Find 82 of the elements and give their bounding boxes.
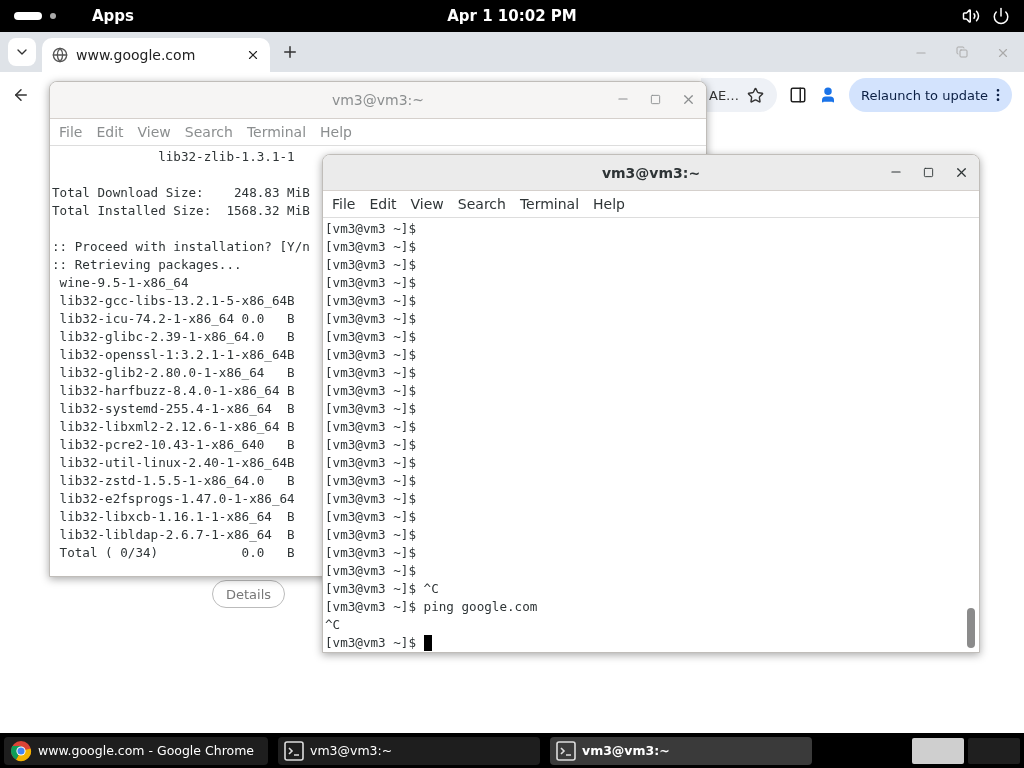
globe-icon	[52, 47, 68, 63]
workspace-thumbnail[interactable]	[912, 737, 964, 764]
menu-item[interactable]: Help	[586, 196, 632, 213]
terminal-line: lib32-harfbuzz-8.4.0-1-x86_64 B	[58, 382, 295, 400]
terminal-line: [vm3@vm3 ~]$	[325, 364, 416, 382]
details-button[interactable]: Details	[212, 580, 285, 608]
terminal-line: [vm3@vm3 ~]$	[325, 436, 416, 454]
terminal-line: [vm3@vm3 ~]$	[325, 454, 416, 472]
taskbar-item[interactable]: vm3@vm3:~	[550, 736, 812, 765]
terminal-line: [vm3@vm3 ~]$	[325, 526, 416, 544]
terminal-line: [vm3@vm3 ~]$	[325, 256, 416, 274]
plus-icon	[281, 43, 299, 61]
side-panel-icon[interactable]	[789, 86, 807, 104]
apps-label[interactable]: Apps	[92, 7, 134, 25]
terminal-line: [vm3@vm3 ~]$	[325, 508, 416, 526]
menu-item[interactable]: Terminal	[512, 196, 587, 213]
terminal-line: lib32-zlib-1.3.1-1	[157, 148, 295, 166]
maximize-icon[interactable]	[923, 167, 934, 178]
profile-icon[interactable]	[819, 86, 837, 104]
terminal-line: [vm3@vm3 ~]$	[325, 274, 416, 292]
terminal-line: lib32-pcre2-10.43-1-x86_640 B	[58, 436, 295, 454]
address-bar[interactable]: AE…	[701, 78, 777, 112]
power-icon[interactable]	[992, 7, 1010, 25]
terminal-line: [vm3@vm3 ~]$	[325, 310, 416, 328]
terminal-line: lib32-libxcb-1.16.1-1-x86_64 B	[58, 508, 295, 526]
terminal-line: :: Retrieving packages...	[52, 256, 242, 274]
terminal-line: [vm3@vm3 ~]$	[325, 490, 416, 508]
terminal-line: lib32-glib2-2.80.0-1-x86_64 B	[58, 364, 295, 382]
close-icon[interactable]	[246, 48, 260, 62]
bookmark-star-icon[interactable]	[747, 86, 765, 104]
menu-item[interactable]: File	[325, 196, 363, 213]
workspace-thumbnail[interactable]	[968, 737, 1020, 764]
terminal-line: Total Installed Size: 1568.32 MiB	[52, 202, 310, 220]
terminal-line: lib32-openssl-1:3.2.1-1-x86_64B	[58, 346, 295, 364]
close-icon[interactable]	[954, 165, 969, 180]
terminal-line: Total Download Size: 248.83 MiB	[52, 184, 310, 202]
terminal-line: lib32-libldap-2.6.7-1-x86_64 B	[58, 526, 295, 544]
terminal-line: [vm3@vm3 ~]$	[325, 220, 416, 238]
clock[interactable]: Apr 1 10:02 PM	[447, 7, 577, 25]
terminal-line: [vm3@vm3 ~]$	[325, 400, 416, 418]
terminal-line: [vm3@vm3 ~]$	[325, 544, 416, 562]
terminal-line: lib32-glibc-2.39-1-x86_64.0 B	[58, 328, 295, 346]
back-icon[interactable]	[12, 86, 30, 104]
terminal-line: lib32-util-linux-2.40-1-x86_64B	[58, 454, 295, 472]
terminal-line: [vm3@vm3 ~]$	[325, 562, 416, 580]
terminal-line: [vm3@vm3 ~]$	[325, 382, 416, 400]
activities-indicator[interactable]	[14, 12, 42, 20]
menu-item[interactable]: View	[403, 196, 451, 213]
terminal-line: [vm3@vm3 ~]$	[325, 346, 416, 364]
terminal-line: [vm3@vm3 ~]$ ping google.com	[325, 598, 538, 616]
window-title: vm3@vm3:~	[331, 92, 425, 108]
menu-item[interactable]: Edit	[362, 196, 404, 213]
volume-icon[interactable]	[962, 7, 980, 25]
terminal-icon	[556, 740, 576, 761]
taskbar-item[interactable]: www.google.com - Google Chrome	[4, 736, 268, 765]
browser-tab[interactable]: www.google.com	[42, 38, 270, 72]
terminal-line: lib32-icu-74.2-1-x86_64 0.0 B	[58, 310, 295, 328]
terminal-line: [vm3@vm3 ~]$	[325, 238, 416, 256]
scrollbar-thumb[interactable]	[967, 608, 975, 648]
taskbar-item[interactable]: vm3@vm3:~	[278, 736, 540, 765]
menu-item[interactable]: Search	[450, 196, 513, 213]
terminal-line: :: Proceed with installation? [Y/n	[52, 238, 310, 256]
terminal-line: lib32-gcc-libs-13.2.1-5-x86_64B	[58, 292, 295, 310]
terminal-icon	[284, 740, 304, 761]
terminal-line: [vm3@vm3 ~]$	[325, 472, 416, 490]
terminal-line: lib32-systemd-255.4-1-x86_64 B	[58, 400, 295, 418]
terminal-line: ^C	[325, 616, 341, 634]
terminal-line: [vm3@vm3 ~]$	[325, 418, 416, 436]
window-title: vm3@vm3:~	[601, 164, 701, 181]
chrome-logo-icon	[10, 739, 32, 762]
terminal-line: [vm3@vm3 ~]$	[325, 634, 417, 652]
workspace-dot	[50, 13, 56, 19]
terminal-line: lib32-libxml2-2.12.6-1-x86_64 B	[58, 418, 295, 436]
terminal-line: [vm3@vm3 ~]$ ^C	[325, 580, 439, 598]
terminal-line: [vm3@vm3 ~]$	[325, 292, 416, 310]
tab-search-button[interactable]	[8, 38, 36, 66]
terminal-line: lib32-e2fsprogs-1.47.0-1-x86_64	[58, 490, 295, 508]
terminal-line: [vm3@vm3 ~]$	[325, 328, 416, 346]
terminal-line: wine-9.5-1-x86_64	[58, 274, 189, 292]
terminal-line: lib32-zstd-1.5.5-1-x86_64.0 B	[58, 472, 295, 490]
relaunch-button[interactable]: Relaunch to update	[849, 78, 1012, 112]
terminal-line: Total ( 0/34) 0.0 B	[58, 544, 295, 562]
